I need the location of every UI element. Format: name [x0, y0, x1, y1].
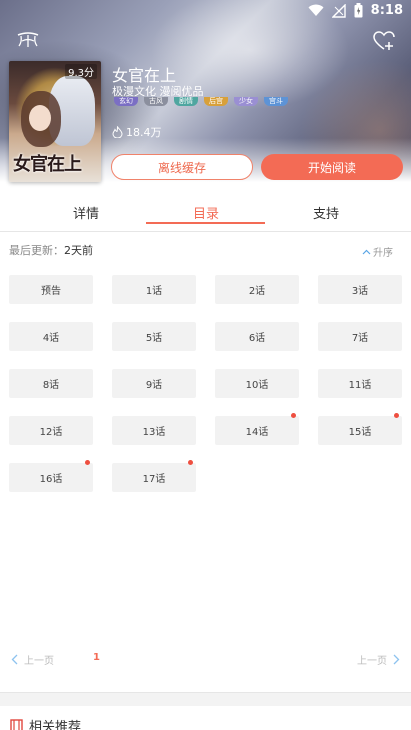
chapter-item[interactable]: 13话 — [112, 416, 196, 445]
chapter-label: 13话 — [142, 427, 166, 438]
cover-title-art: 女官在上 — [13, 154, 82, 175]
tag: 玄幻 — [114, 97, 138, 106]
related-title: 相关推荐 — [29, 720, 82, 730]
status-time: 8:18 — [370, 3, 403, 18]
active-tab-indicator — [146, 222, 265, 224]
sort-label: 升序 — [373, 248, 393, 259]
tag-list: 玄幻 古风 剧情 后宫 少女 宫斗 — [114, 97, 288, 106]
view-count: 18.4万 — [112, 124, 162, 140]
chapter-item[interactable]: 11话 — [318, 369, 402, 398]
chapter-label: 1话 — [145, 286, 163, 297]
comic-detail-page: 8:18 女官在上 9.3分 女官在上 极漫文化 漫阅优品 玄幻 古风 剧情 后… — [0, 0, 411, 730]
next-page-label: 上一页 — [357, 656, 387, 667]
chapter-label: 12话 — [39, 427, 63, 438]
new-chapter-dot — [85, 460, 90, 465]
chevron-right-icon — [393, 654, 400, 665]
chapter-label: 15话 — [348, 427, 372, 438]
status-bar: 8:18 — [0, 0, 411, 24]
chapter-grid: 预告 1话 2话 3话 4话 5话 6话 7话 8话 9话 10话 11话 12话 13话 14话 15话 16… — [9, 275, 402, 492]
comic-cover: 女官在上 9.3分 — [9, 61, 101, 182]
chapter-label: 17话 — [142, 474, 166, 485]
tag: 剧情 — [174, 97, 198, 106]
chapter-label: 14话 — [245, 427, 269, 438]
tab-details[interactable]: 详情 — [26, 203, 146, 222]
chevron-up-icon — [362, 249, 371, 254]
chapter-label: 16话 — [39, 474, 63, 485]
chapter-item[interactable]: 9话 — [112, 369, 196, 398]
chapter-label: 9话 — [145, 380, 163, 391]
pagination: 上一页 1 上一页 — [0, 652, 411, 670]
chapter-item[interactable]: 3话 — [318, 275, 402, 304]
chapter-label: 6话 — [248, 333, 266, 344]
tab-support[interactable]: 支持 — [266, 203, 386, 222]
back-icon[interactable] — [16, 32, 40, 50]
chapter-label: 2话 — [248, 286, 266, 297]
chapter-item[interactable]: 2话 — [215, 275, 299, 304]
last-update-label: 最后更新： — [9, 244, 64, 257]
favorite-heart-plus-icon[interactable] — [373, 30, 395, 52]
chapter-item[interactable]: 8话 — [9, 369, 93, 398]
chapter-label: 3话 — [351, 286, 369, 297]
chapter-label: 11话 — [348, 380, 372, 391]
chapter-item[interactable]: 12话 — [9, 416, 93, 445]
wifi-icon — [308, 4, 324, 16]
last-update-value: 2天前 — [64, 244, 93, 257]
last-update: 最后更新：2天前 — [9, 242, 93, 258]
chapter-item[interactable]: 14话 — [215, 413, 299, 445]
tag: 少女 — [234, 97, 258, 106]
chapter-label: 10话 — [245, 380, 269, 391]
chevron-left-icon — [11, 654, 18, 665]
signal-icon — [331, 3, 346, 18]
related-section-header: 相关推荐 — [10, 716, 81, 730]
view-count-value: 18.4万 — [126, 126, 162, 139]
tag: 后宫 — [204, 97, 228, 106]
new-chapter-dot — [291, 413, 296, 418]
tab-catalog[interactable]: 目录 — [146, 203, 266, 222]
chapter-item[interactable]: 16话 — [9, 460, 93, 492]
battery-icon — [354, 3, 363, 18]
chapter-label: 7话 — [351, 333, 369, 344]
sort-toggle[interactable]: 升序 — [362, 244, 393, 259]
chapter-item[interactable]: 15话 — [318, 413, 402, 445]
chapter-label: 预告 — [41, 286, 61, 297]
flame-icon — [112, 126, 123, 138]
chapter-item[interactable]: 4话 — [9, 322, 93, 351]
section-divider — [0, 692, 411, 706]
chapter-item[interactable]: 预告 — [9, 275, 93, 304]
chapter-label: 8话 — [42, 380, 60, 391]
current-page-number: 1 — [93, 652, 100, 663]
book-icon — [10, 719, 23, 730]
chapter-item[interactable]: 1话 — [112, 275, 196, 304]
chapter-item[interactable]: 17话 — [112, 460, 196, 492]
chapter-label: 5话 — [145, 333, 163, 344]
score-badge: 9.3分 — [65, 64, 97, 79]
prev-page-label: 上一页 — [24, 656, 54, 667]
chapter-item[interactable]: 10话 — [215, 369, 299, 398]
new-chapter-dot — [394, 413, 399, 418]
start-reading-button[interactable]: 开始阅读 — [261, 154, 403, 180]
chapter-item[interactable]: 6话 — [215, 322, 299, 351]
tag: 宫斗 — [264, 97, 288, 106]
chapter-label: 4话 — [42, 333, 60, 344]
chapter-item[interactable]: 5话 — [112, 322, 196, 351]
chapter-item[interactable]: 7话 — [318, 322, 402, 351]
next-page-button[interactable]: 上一页 — [357, 652, 400, 667]
prev-page-button[interactable]: 上一页 — [11, 652, 54, 667]
tab-bar: 详情 目录 支持 — [0, 196, 411, 232]
new-chapter-dot — [188, 460, 193, 465]
tag: 古风 — [144, 97, 168, 106]
offline-cache-button[interactable]: 离线缓存 — [111, 154, 253, 180]
